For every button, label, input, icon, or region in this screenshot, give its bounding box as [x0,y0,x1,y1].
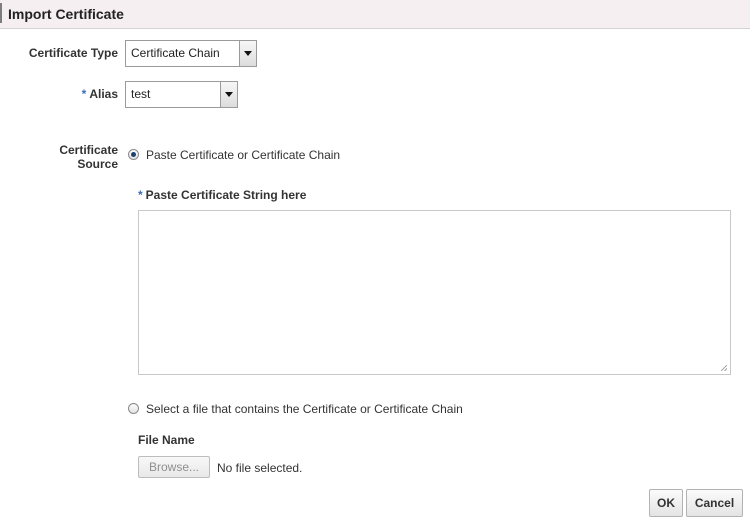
certificate-source-label-line2: Source [77,157,118,171]
dialog-title-bar: Import Certificate [0,0,750,29]
file-status-text: No file selected. [217,461,303,475]
paste-certificate-radio[interactable] [128,149,139,160]
alias-value: test [131,87,151,101]
browse-button[interactable]: Browse... [138,456,210,478]
radio-selected-dot [131,152,136,157]
paste-certificate-label-text: Paste Certificate String here [145,188,307,202]
title-bar-edge [0,3,2,23]
paste-certificate-radio-label[interactable]: Paste Certificate or Certificate Chain [146,148,340,162]
certificate-type-select[interactable]: Certificate Chain [125,40,257,67]
certificate-type-value: Certificate Chain [131,46,220,60]
certificate-type-label: Certificate Type [28,46,118,60]
select-file-radio-label[interactable]: Select a file that contains the Certific… [146,402,463,416]
file-name-label: File Name [138,433,195,447]
resize-grip-icon[interactable] [721,365,727,371]
paste-certificate-label: * Paste Certificate String here [138,188,306,202]
dialog-title: Import Certificate [8,6,124,22]
select-file-radio[interactable] [128,403,139,414]
chevron-down-icon [225,92,233,97]
certificate-string-textarea[interactable] [138,210,731,375]
alias-label-text: Alias [89,87,118,101]
certificate-type-dropdown-button[interactable] [239,41,256,66]
required-indicator: * [81,87,87,101]
cancel-button[interactable]: Cancel [686,489,743,517]
alias-select[interactable]: test [125,81,238,108]
ok-button[interactable]: OK [649,489,683,517]
chevron-down-icon [244,51,252,56]
certificate-source-label-line1: Certificate [59,143,118,157]
alias-dropdown-button[interactable] [220,82,237,107]
certificate-source-label: Certificate Source [20,143,118,171]
required-indicator: * [138,188,143,202]
alias-label: * Alias [20,87,118,101]
